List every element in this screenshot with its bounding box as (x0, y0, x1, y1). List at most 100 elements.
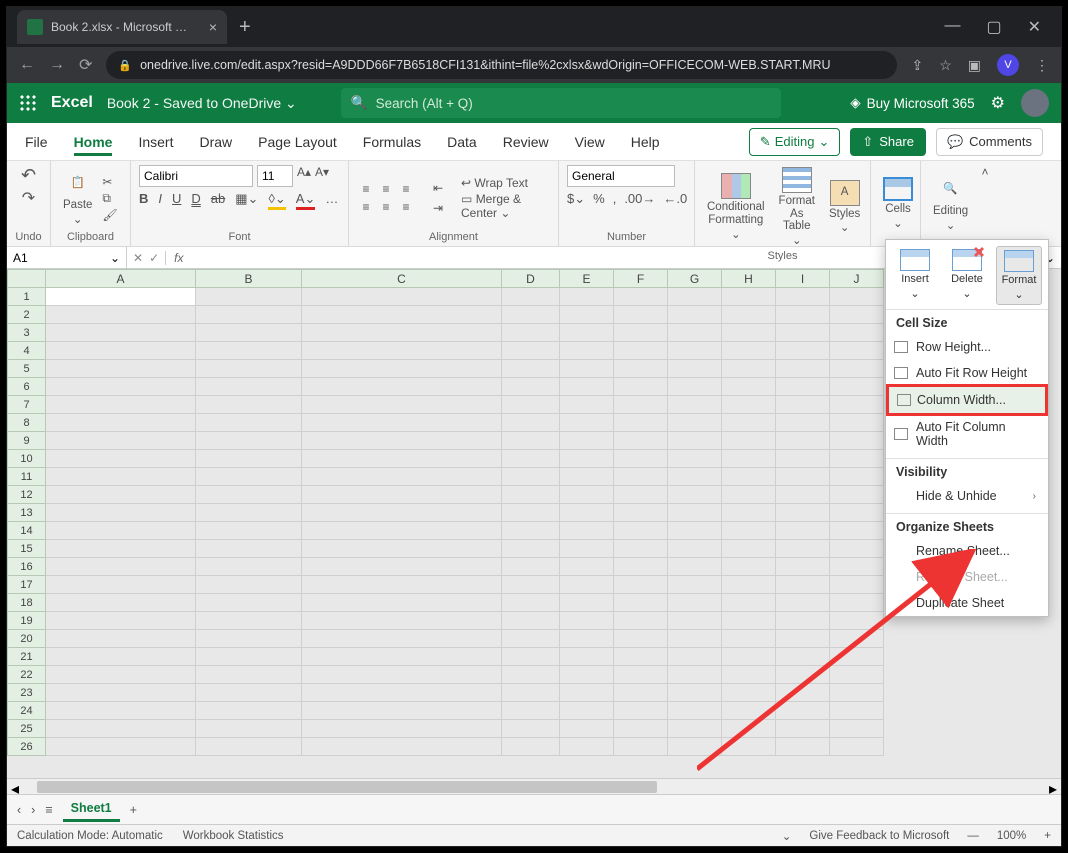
row-header[interactable]: 26 (8, 738, 46, 756)
cell[interactable] (302, 540, 502, 558)
cell[interactable] (830, 738, 884, 756)
cell[interactable] (614, 306, 668, 324)
cell[interactable] (668, 576, 722, 594)
cell[interactable] (196, 558, 302, 576)
feedback-link[interactable]: Give Feedback to Microsoft (809, 830, 949, 842)
cell[interactable] (830, 306, 884, 324)
cell[interactable] (196, 630, 302, 648)
cell[interactable] (830, 540, 884, 558)
copy-icon[interactable]: ⧉ (102, 191, 117, 206)
align-center-icon[interactable]: ≡ (377, 198, 395, 216)
decrease-font-icon[interactable]: A▾ (315, 165, 329, 187)
cell[interactable] (302, 648, 502, 666)
tab-home[interactable]: Home (74, 128, 113, 156)
cell[interactable] (614, 342, 668, 360)
cell[interactable] (830, 396, 884, 414)
cell[interactable] (560, 414, 614, 432)
cell[interactable] (46, 342, 196, 360)
cell[interactable] (196, 684, 302, 702)
cell[interactable] (560, 324, 614, 342)
cell[interactable] (668, 342, 722, 360)
cell[interactable] (560, 486, 614, 504)
cell[interactable] (776, 594, 830, 612)
cell[interactable] (502, 468, 560, 486)
cell[interactable] (614, 594, 668, 612)
cell[interactable] (560, 594, 614, 612)
cell[interactable] (560, 378, 614, 396)
cell[interactable] (46, 576, 196, 594)
cell[interactable] (560, 738, 614, 756)
cell[interactable] (46, 432, 196, 450)
prev-sheet-icon[interactable]: ‹ (17, 803, 21, 817)
row-header[interactable]: 17 (8, 576, 46, 594)
align-right-icon[interactable]: ≡ (397, 198, 415, 216)
cell[interactable] (776, 486, 830, 504)
tab-review[interactable]: Review (503, 128, 549, 156)
tab-view[interactable]: View (575, 128, 605, 156)
currency-icon[interactable]: $⌄ (567, 191, 585, 207)
cell[interactable] (830, 630, 884, 648)
cell[interactable] (46, 558, 196, 576)
cell[interactable] (614, 522, 668, 540)
row-header[interactable]: 12 (8, 486, 46, 504)
undo-icon[interactable]: ↶ (21, 165, 36, 186)
cell[interactable] (560, 684, 614, 702)
cell[interactable] (560, 666, 614, 684)
cell[interactable] (668, 648, 722, 666)
cell[interactable] (196, 342, 302, 360)
cell[interactable] (302, 630, 502, 648)
row-header[interactable]: 21 (8, 648, 46, 666)
cell[interactable] (502, 648, 560, 666)
cell[interactable] (668, 504, 722, 522)
cell[interactable] (46, 378, 196, 396)
menu-delete-button[interactable]: Delete⌄ (944, 246, 990, 305)
cell[interactable] (46, 702, 196, 720)
row-height-item[interactable]: Row Height... (886, 334, 1048, 360)
cell[interactable] (196, 324, 302, 342)
row-header[interactable]: 9 (8, 432, 46, 450)
cell[interactable] (776, 342, 830, 360)
tab-insert[interactable]: Insert (138, 128, 173, 156)
cell[interactable] (560, 450, 614, 468)
select-all-cell[interactable] (8, 270, 46, 288)
cell[interactable] (614, 558, 668, 576)
user-avatar[interactable] (1021, 89, 1049, 117)
cell[interactable] (722, 738, 776, 756)
cell[interactable] (614, 702, 668, 720)
cell[interactable] (614, 324, 668, 342)
cell[interactable] (196, 666, 302, 684)
merge-center-button[interactable]: ▭ Merge & Center ⌄ (461, 192, 550, 220)
cell[interactable] (560, 702, 614, 720)
cell[interactable] (614, 432, 668, 450)
cell[interactable] (196, 540, 302, 558)
cell[interactable] (502, 342, 560, 360)
cell[interactable] (302, 720, 502, 738)
cell[interactable] (722, 648, 776, 666)
sheet-tab[interactable]: Sheet1 (63, 797, 120, 822)
row-header[interactable]: 7 (8, 396, 46, 414)
bold-button[interactable]: B (139, 191, 148, 210)
comments-button[interactable]: 💬Comments (936, 128, 1043, 156)
cell[interactable] (302, 504, 502, 522)
tab-formulas[interactable]: Formulas (363, 128, 421, 156)
cell[interactable] (302, 396, 502, 414)
cell[interactable] (46, 540, 196, 558)
bookmark-icon[interactable]: ☆ (939, 57, 952, 74)
font-size-input[interactable] (257, 165, 293, 187)
cell[interactable] (302, 522, 502, 540)
cell[interactable] (302, 666, 502, 684)
cell[interactable] (502, 450, 560, 468)
cell[interactable] (46, 666, 196, 684)
cell[interactable] (614, 360, 668, 378)
cell[interactable] (830, 702, 884, 720)
tab-file[interactable]: File (25, 128, 48, 156)
cell[interactable] (722, 450, 776, 468)
cell[interactable] (614, 738, 668, 756)
cell[interactable] (502, 414, 560, 432)
col-header[interactable]: H (722, 270, 776, 288)
cell[interactable] (502, 504, 560, 522)
cell[interactable] (830, 612, 884, 630)
cell[interactable] (502, 324, 560, 342)
menu-format-button[interactable]: Format⌄ (996, 246, 1042, 305)
format-as-table-button[interactable]: Format As Table⌄ (775, 165, 819, 250)
